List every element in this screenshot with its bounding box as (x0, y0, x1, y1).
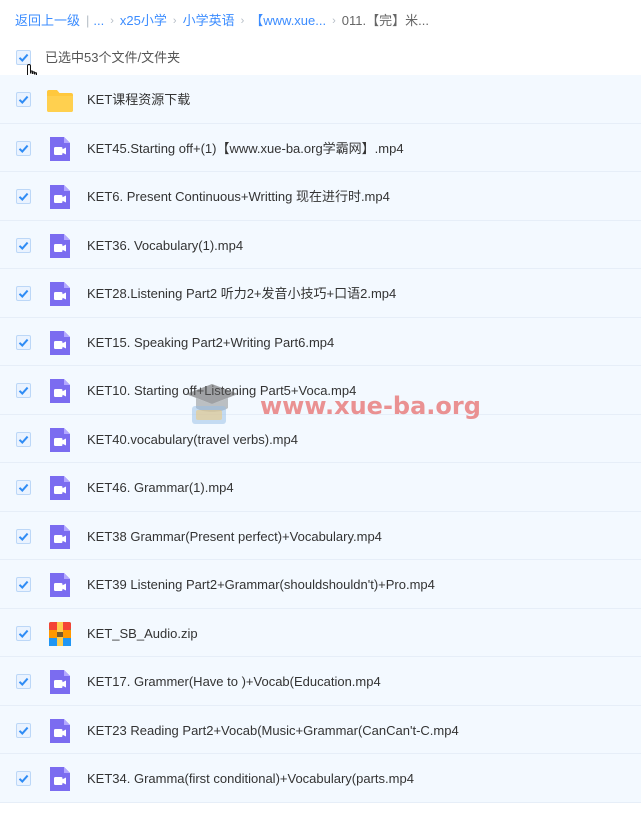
chevron-right-icon: › (332, 15, 336, 27)
file-name[interactable]: KET17. Grammer(Have to )+Vocab(Education… (87, 673, 381, 690)
selection-count: 已选中53个文件/文件夹 (45, 50, 181, 65)
video-icon (46, 718, 74, 744)
check-icon (18, 95, 29, 104)
file-name[interactable]: KET34. Gramma(first conditional)+Vocabul… (87, 770, 414, 787)
row-checkbox[interactable] (16, 286, 31, 301)
breadcrumb-item-english[interactable]: 小学英语 (183, 12, 235, 30)
video-icon (46, 475, 74, 501)
folder-icon (46, 87, 74, 113)
breadcrumb: 返回上一级 | ... › x25小学 › 小学英语 › 【www.xue...… (15, 12, 631, 30)
video-icon (46, 766, 74, 792)
row-checkbox[interactable] (16, 431, 31, 447)
breadcrumb-divider: | (86, 13, 90, 28)
file-row[interactable]: KET23 Reading Part2+Vocab(Music+Grammar(… (0, 705, 641, 754)
breadcrumb-current: 011.【完】米... (341, 13, 429, 28)
file-row[interactable]: KET28.Listening Part2 听力2+发音小技巧+口语2.mp4 (0, 269, 641, 318)
video-icon (46, 184, 74, 210)
check-icon (18, 677, 29, 686)
file-name[interactable]: KET45.Starting off+(1)【www.xue-ba.org学霸网… (87, 140, 404, 157)
file-name[interactable]: KET15. Speaking Part2+Writing Part6.mp4 (87, 334, 334, 351)
file-row[interactable]: KET6. Present Continuous+Writting 现在进行时.… (0, 172, 641, 221)
file-row[interactable]: KET17. Grammer(Have to )+Vocab(Education… (0, 657, 641, 706)
row-checkbox[interactable] (16, 480, 31, 495)
row-checkbox[interactable] (16, 722, 31, 738)
breadcrumb-ellipsis[interactable]: ... (93, 12, 104, 30)
file-list: KET课程资源下载 KET45.Starting off+(1)【www.xue-… (0, 75, 641, 803)
breadcrumb-item-x25[interactable]: x25小学 (120, 12, 167, 30)
file-row[interactable]: KET39 Listening Part2+Grammar(shouldshou… (0, 560, 641, 609)
file-name[interactable]: KET课程资源下载 (87, 91, 190, 108)
file-name[interactable]: KET10. Starting off+Listening Part5+Voca… (87, 382, 356, 399)
row-checkbox[interactable] (16, 528, 31, 544)
file-name[interactable]: KET_SB_Audio.zip (87, 625, 198, 642)
video-icon (46, 136, 74, 162)
video-icon (46, 427, 74, 453)
check-icon (18, 483, 29, 492)
video-icon (46, 524, 74, 550)
row-checkbox[interactable] (16, 140, 31, 156)
file-name[interactable]: KET36. Vocabulary(1).mp4 (87, 237, 243, 254)
check-icon (18, 386, 29, 395)
row-checkbox[interactable] (16, 383, 31, 398)
video-icon (46, 572, 74, 598)
row-checkbox[interactable] (16, 237, 31, 253)
row-checkbox[interactable] (16, 189, 31, 204)
row-checkbox[interactable] (16, 92, 31, 107)
selection-bar: 已选中53个文件/文件夹 (0, 44, 641, 72)
row-checkbox[interactable] (16, 625, 31, 641)
check-icon (18, 532, 29, 541)
back-link[interactable]: 返回上一级 (15, 12, 80, 30)
chevron-right-icon: › (172, 15, 177, 27)
zip-icon (46, 621, 74, 647)
check-icon (18, 289, 29, 298)
file-row[interactable]: KET_SB_Audio.zip (0, 608, 641, 657)
file-name[interactable]: KET23 Reading Part2+Vocab(Music+Grammar(… (87, 722, 459, 739)
check-icon (18, 241, 29, 250)
file-name[interactable]: KET28.Listening Part2 听力2+发音小技巧+口语2.mp4 (87, 285, 396, 302)
check-icon (18, 435, 29, 444)
check-icon (18, 53, 29, 62)
video-icon (46, 233, 74, 259)
check-icon (18, 629, 29, 638)
file-name[interactable]: KET46. Grammar(1).mp4 (87, 479, 234, 496)
check-icon (18, 726, 29, 735)
file-name[interactable]: KET40.vocabulary(travel verbs).mp4 (87, 431, 298, 448)
check-icon (18, 192, 29, 201)
file-row[interactable]: KET34. Gramma(first conditional)+Vocabul… (0, 754, 641, 803)
video-icon (46, 669, 74, 695)
file-row[interactable]: KET45.Starting off+(1)【www.xue-ba.org学霸网… (0, 123, 641, 172)
file-row[interactable]: KET课程资源下载 (0, 75, 641, 124)
check-icon (18, 144, 29, 153)
file-name[interactable]: KET38 Grammar(Present perfect)+Vocabular… (87, 528, 382, 545)
video-icon (46, 330, 74, 356)
check-icon (18, 774, 29, 783)
check-icon (18, 580, 29, 589)
chevron-right-icon: › (240, 15, 245, 27)
file-row[interactable]: KET36. Vocabulary(1).mp4 (0, 220, 641, 269)
file-name[interactable]: KET6. Present Continuous+Writting 现在进行时.… (87, 188, 390, 205)
file-row[interactable]: KET40.vocabulary(travel verbs).mp4 (0, 414, 641, 463)
row-checkbox[interactable] (16, 771, 31, 786)
file-row[interactable]: KET15. Speaking Part2+Writing Part6.mp4 (0, 317, 641, 366)
video-icon (46, 281, 74, 307)
file-row[interactable]: KET38 Grammar(Present perfect)+Vocabular… (0, 511, 641, 560)
video-icon (46, 378, 74, 404)
file-row[interactable]: KET10. Starting off+Listening Part5+Voca… (0, 366, 641, 415)
breadcrumb-item-site[interactable]: 【www.xue... (250, 12, 326, 30)
file-name[interactable]: KET39 Listening Part2+Grammar(shouldshou… (87, 576, 435, 593)
check-icon (18, 338, 29, 347)
chevron-right-icon: › (110, 15, 114, 27)
row-checkbox[interactable] (16, 674, 31, 689)
row-checkbox[interactable] (16, 334, 31, 350)
file-row[interactable]: KET46. Grammar(1).mp4 (0, 463, 641, 512)
row-checkbox[interactable] (16, 577, 31, 592)
